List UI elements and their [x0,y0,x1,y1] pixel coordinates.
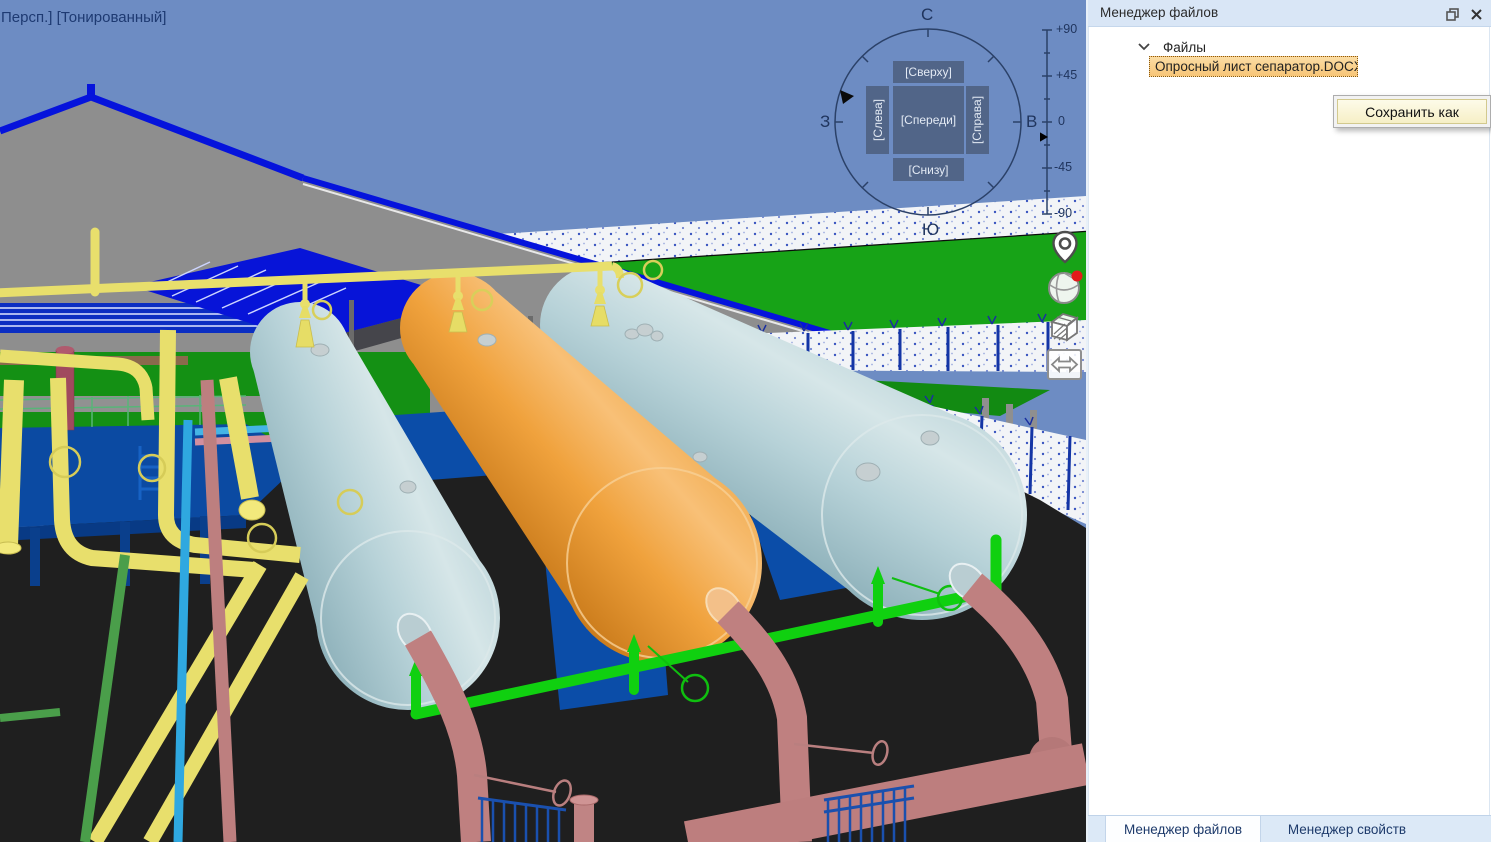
view-left-button[interactable]: [Слева] [866,86,889,154]
tilt-tick-label: -45 [1054,160,1086,174]
tab-property-manager[interactable]: Менеджер свойств [1262,816,1432,842]
context-menu: Сохранить как [1333,95,1491,128]
tree-root-label: Файлы [1163,40,1206,55]
file-tree: Файлы Опросный лист сепаратор.DOCX Сохра… [1088,27,1490,815]
save-as-menu-item[interactable]: Сохранить как [1337,99,1487,124]
panel-header: Менеджер файлов [1088,0,1491,27]
tree-node-files[interactable]: Файлы [1089,37,1206,57]
compass-west-label: З [820,112,830,132]
tab-file-manager[interactable]: Менеджер файлов [1105,816,1261,842]
section-cube-icon[interactable] [1046,308,1084,346]
tilt-tick-label: +90 [1056,22,1086,36]
file-manager-panel: Менеджер файлов Файлы Опросный лист сепа… [1086,0,1491,842]
view-right-button[interactable]: [Справа] [966,86,989,154]
compass-north-label: С [921,5,933,25]
view-top-button[interactable]: [Сверху] [893,61,964,83]
compass-south-label: Ю [922,220,939,240]
tilt-tick-label: -90 [1054,206,1086,220]
float-window-icon[interactable] [1443,5,1461,23]
tilt-tick-label: 0 [1058,114,1086,128]
close-icon[interactable] [1467,5,1485,23]
chevron-down-icon[interactable] [1138,43,1150,51]
compass-east-label: В [1026,112,1037,132]
panel-title: Менеджер файлов [1100,5,1218,20]
3d-viewport[interactable]: Персп.] [Тонированный] С Ю З В [Сверху] … [0,0,1086,842]
view-bottom-button[interactable]: [Снизу] [893,158,964,181]
compass-marker-icon [840,90,856,105]
nav-tools [1046,229,1086,382]
tree-item-file[interactable]: Опросный лист сепаратор.DOCX [1149,56,1358,77]
cad-application: Персп.] [Тонированный] С Ю З В [Сверху] … [0,0,1491,842]
location-pin-icon[interactable] [1046,229,1084,266]
view-front-button[interactable]: [Спереди] [893,86,964,154]
orbit-sphere-icon[interactable] [1046,268,1084,306]
view-mode-label: Персп.] [Тонированный] [1,9,166,26]
tilt-tick-label: +45 [1056,68,1086,82]
panel-tab-bar: Менеджер файлов Менеджер свойств [1088,815,1491,842]
pan-arrows-icon[interactable] [1046,348,1084,382]
